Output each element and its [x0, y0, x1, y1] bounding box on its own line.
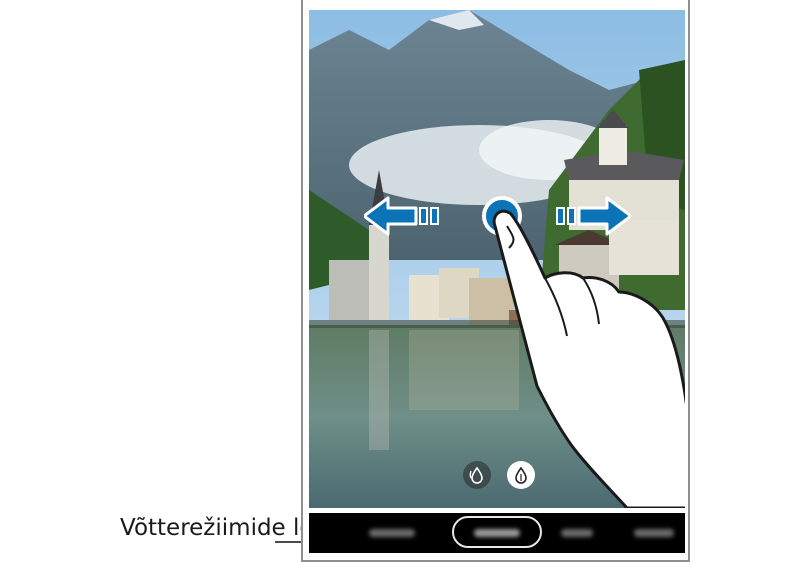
finger-tap-icon: [482, 196, 685, 508]
phone-frame: [301, 0, 690, 562]
camera-viewfinder[interactable]: [309, 10, 685, 508]
mode-item[interactable]: [561, 529, 593, 537]
mode-item-selected[interactable]: [474, 529, 520, 537]
effect-on-icon: [515, 466, 527, 484]
shooting-mode-list[interactable]: [309, 513, 685, 553]
mode-item[interactable]: [369, 529, 415, 537]
effect-on-button[interactable]: [507, 461, 535, 489]
effect-off-button[interactable]: [463, 461, 491, 489]
mode-item[interactable]: [634, 529, 674, 537]
selected-mode-pill[interactable]: [452, 516, 542, 548]
effect-off-icon: [469, 466, 483, 484]
arrow-left-icon: [364, 196, 439, 236]
